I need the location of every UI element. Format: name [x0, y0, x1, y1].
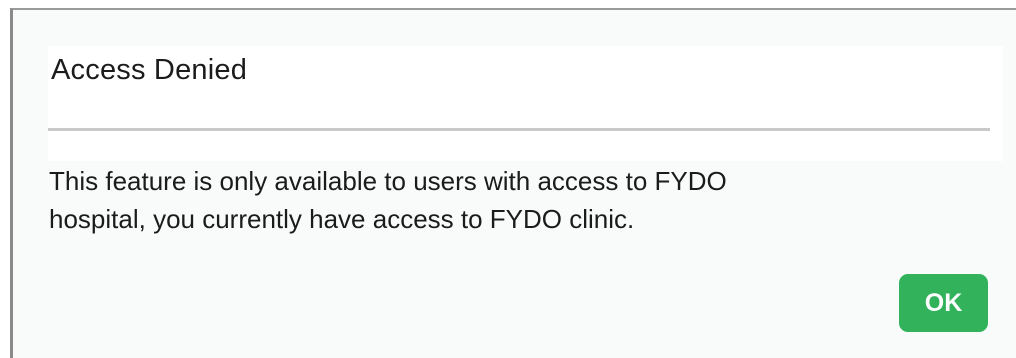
- header-divider: [48, 128, 990, 131]
- message-line-2: hospital, you currently have access to F…: [49, 204, 635, 234]
- ok-button[interactable]: OK: [899, 274, 988, 332]
- dialog-header: Access Denied: [48, 46, 1003, 161]
- dialog-message: This feature is only available to users …: [49, 162, 949, 238]
- access-denied-dialog: Access Denied This feature is only avail…: [10, 8, 1016, 358]
- dialog-title: Access Denied: [51, 54, 248, 86]
- message-line-1: This feature is only available to users …: [49, 166, 727, 196]
